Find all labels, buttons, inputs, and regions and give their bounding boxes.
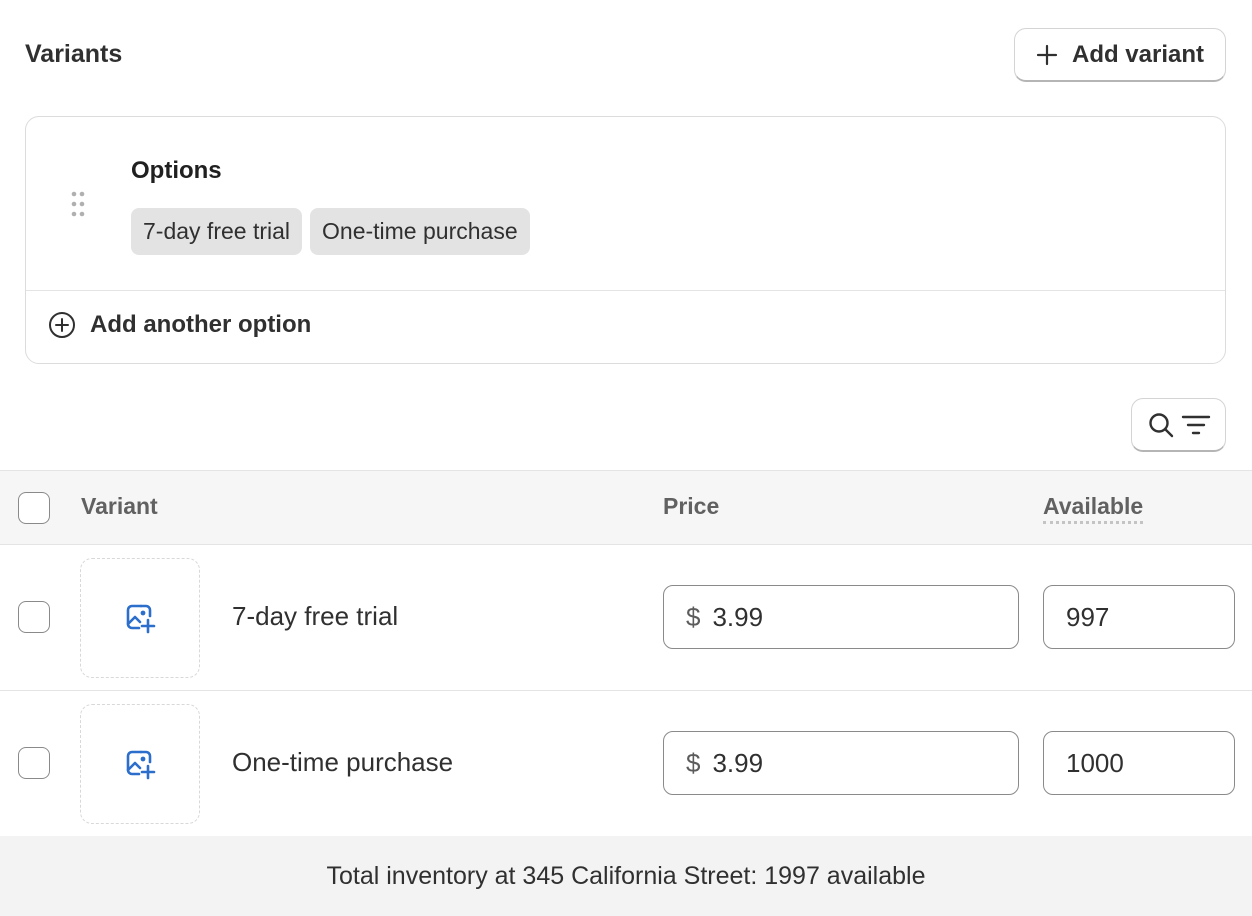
drag-handle-icon[interactable]	[70, 191, 86, 217]
options-card: Options 7-day free trial One-time purcha…	[25, 116, 1226, 364]
add-another-option-button[interactable]: Add another option	[48, 311, 311, 339]
image-upload-area[interactable]	[80, 558, 200, 678]
price-value: 3.99	[712, 601, 764, 632]
add-variant-button[interactable]: Add variant	[1014, 28, 1226, 82]
currency-symbol: $	[686, 601, 701, 632]
price-input[interactable]: $ 3.99	[663, 585, 1019, 649]
row-checkbox[interactable]	[18, 601, 50, 633]
available-value: 1000	[1066, 747, 1124, 778]
available-value: 997	[1066, 601, 1110, 632]
search-filter-button[interactable]	[1131, 398, 1226, 452]
search-icon	[1148, 412, 1173, 437]
row-checkbox[interactable]	[18, 747, 50, 779]
table-row[interactable]: 7-day free trial $ 3.99 997	[0, 545, 1252, 691]
section-title: Variants	[25, 40, 123, 68]
price-value: 3.99	[712, 747, 764, 778]
available-input[interactable]: 997	[1043, 585, 1235, 649]
image-add-icon	[126, 604, 156, 634]
table-row[interactable]: One-time purchase $ 3.99 1000	[0, 691, 1252, 837]
variants-page: Variants Add variant Options 7-day free …	[0, 0, 1252, 916]
divider	[26, 290, 1225, 291]
options-label: Options	[131, 157, 222, 184]
select-all-checkbox[interactable]	[18, 492, 50, 524]
column-header-available[interactable]: Available	[1043, 493, 1144, 524]
variant-name[interactable]: 7-day free trial	[232, 601, 398, 632]
available-input[interactable]: 1000	[1043, 731, 1235, 795]
column-header-price[interactable]: Price	[663, 493, 719, 520]
filter-icon	[1181, 415, 1210, 434]
image-upload-area[interactable]	[80, 704, 200, 824]
table-header: Variant Price Available	[0, 470, 1252, 545]
variant-name[interactable]: One-time purchase	[232, 747, 453, 778]
option-pill: One-time purchase	[310, 208, 530, 255]
inventory-total-text: Total inventory at 345 California Street…	[326, 861, 926, 890]
currency-symbol: $	[686, 747, 701, 778]
option-pill: 7-day free trial	[131, 208, 303, 255]
inventory-total-footer: Total inventory at 345 California Street…	[0, 836, 1252, 916]
plus-icon	[1036, 44, 1058, 65]
add-option-label: Add another option	[90, 311, 312, 338]
option-values[interactable]: 7-day free trial One-time purchase	[131, 208, 530, 255]
circle-plus-icon	[49, 312, 75, 338]
add-variant-label: Add variant	[1071, 40, 1205, 68]
price-input[interactable]: $ 3.99	[663, 731, 1019, 795]
image-add-icon	[126, 750, 156, 780]
column-header-variant[interactable]: Variant	[81, 493, 158, 520]
